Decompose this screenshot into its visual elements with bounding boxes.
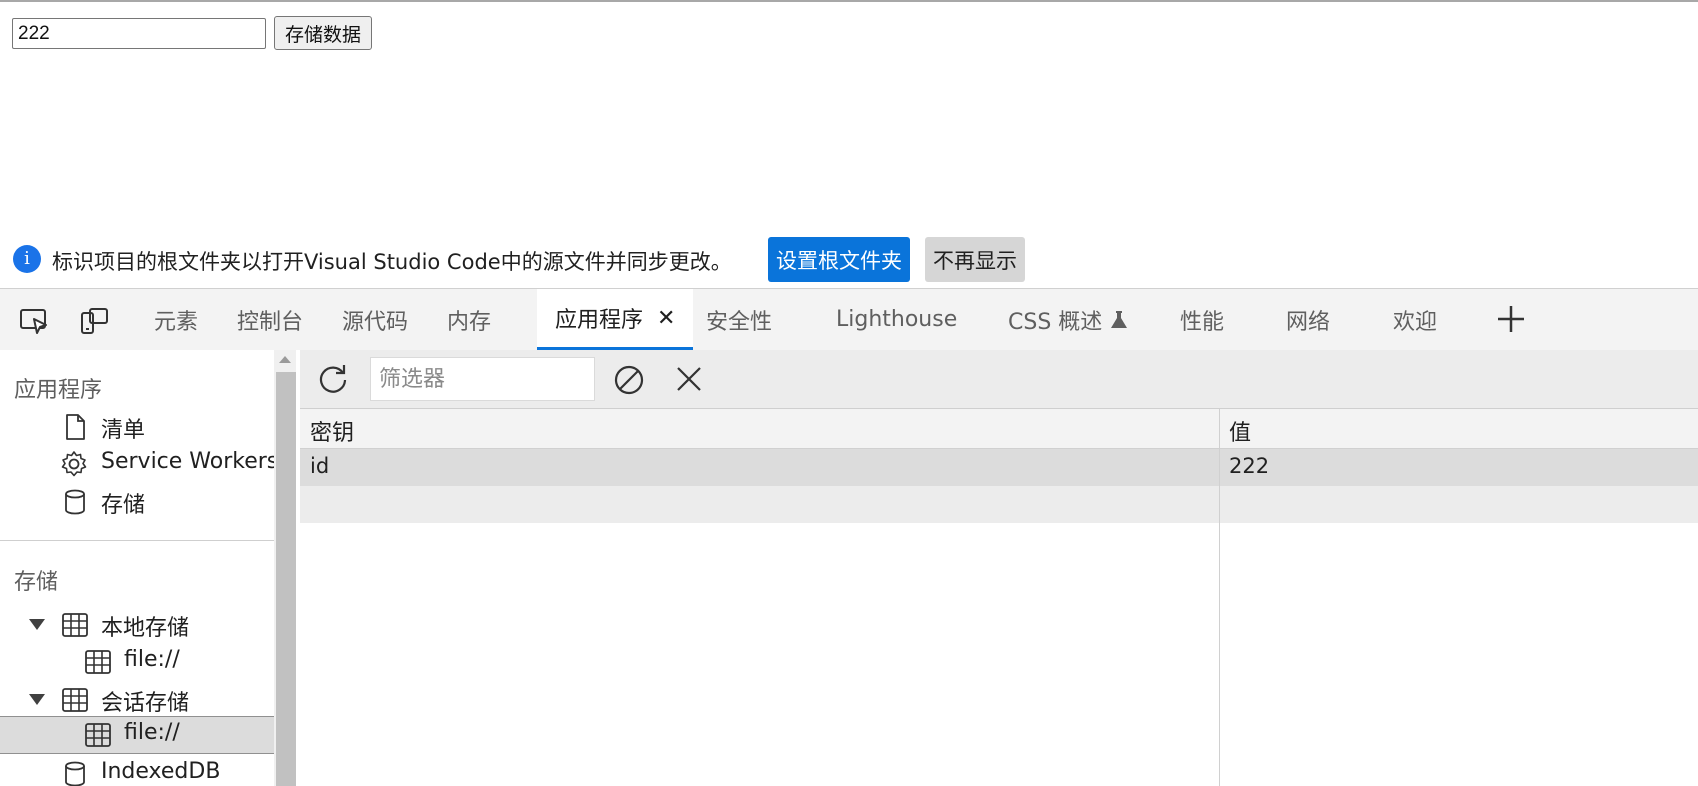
device-emulation-icon[interactable] <box>78 305 110 337</box>
database-icon <box>65 489 85 515</box>
expand-triangle-icon[interactable] <box>29 694 45 705</box>
sidebar-item-storage[interactable]: 存储 <box>0 484 274 520</box>
sidebar-item-local-storage[interactable]: 本地存储 <box>0 607 274 643</box>
table-row-empty[interactable] <box>300 486 1698 523</box>
table-row[interactable]: id 222 <box>300 449 1698 486</box>
clear-all-icon[interactable] <box>612 363 646 397</box>
sidebar-item-session-storage-file[interactable]: file:// <box>0 716 274 754</box>
gear-icon <box>61 451 87 477</box>
sidebar-item-label: Service Workers <box>101 449 274 474</box>
tab-console[interactable]: 控制台 <box>237 289 303 350</box>
sidebar-item-manifest[interactable]: 清单 <box>0 409 274 445</box>
tab-css-overview-label: CSS 概述 <box>1008 309 1103 335</box>
tab-welcome[interactable]: 欢迎 <box>1393 289 1437 350</box>
devtools-infobar: i 标识项目的根文件夹以打开Visual Studio Code中的源文件并同步… <box>0 232 1698 288</box>
application-sidebar: 应用程序 清单 Service Workers 存储 存储 本地存储 file:… <box>0 350 274 786</box>
tab-network[interactable]: 网络 <box>1286 289 1330 350</box>
table-grid-icon <box>85 723 111 747</box>
sidebar-item-label: IndexedDB <box>101 759 221 784</box>
tab-memory[interactable]: 内存 <box>447 289 491 350</box>
sidebar-item-session-storage[interactable]: 会话存储 <box>0 682 274 718</box>
storage-table: 密钥 值 id 222 <box>300 409 1698 786</box>
delete-selected-icon[interactable] <box>674 364 704 394</box>
storage-panel: 密钥 值 id 222 <box>300 350 1698 786</box>
database-icon <box>65 761 85 786</box>
tab-css-overview[interactable]: CSS 概述 <box>1008 289 1128 350</box>
tab-elements[interactable]: 元素 <box>154 289 198 350</box>
filter-input[interactable] <box>370 357 595 401</box>
close-tab-icon[interactable]: ✕ <box>657 306 675 331</box>
tab-sources[interactable]: 源代码 <box>342 289 408 350</box>
sidebar-item-service-workers[interactable]: Service Workers <box>0 446 274 482</box>
row-value: 222 <box>1229 454 1270 478</box>
tab-performance[interactable]: 性能 <box>1180 289 1224 350</box>
set-root-folder-button[interactable]: 设置根文件夹 <box>768 237 910 282</box>
info-icon: i <box>13 245 41 273</box>
row-key: id <box>310 454 330 478</box>
sidebar-section-storage: 存储 <box>14 570 59 595</box>
expand-triangle-icon[interactable] <box>29 619 45 630</box>
tab-security[interactable]: 安全性 <box>706 289 772 350</box>
column-divider[interactable] <box>1219 409 1220 786</box>
refresh-icon[interactable] <box>316 362 350 396</box>
sidebar-scrollbar-thumb[interactable] <box>276 372 296 786</box>
scroll-up-arrow-icon[interactable] <box>279 356 291 363</box>
sidebar-divider <box>0 540 274 541</box>
column-header-key[interactable]: 密钥 <box>310 415 354 447</box>
sidebar-item-label: file:// <box>124 647 180 672</box>
table-header: 密钥 值 <box>300 409 1698 449</box>
column-header-value[interactable]: 值 <box>1229 415 1251 447</box>
sidebar-item-local-storage-file[interactable]: file:// <box>0 644 274 680</box>
sidebar-item-indexeddb[interactable]: IndexedDB <box>0 756 274 786</box>
add-tab-icon[interactable] <box>1495 303 1527 335</box>
sidebar-item-label: 本地存储 <box>101 616 190 641</box>
sidebar-item-label: 清单 <box>101 418 146 443</box>
tab-application[interactable]: 应用程序 ✕ <box>537 289 694 350</box>
window-top-border <box>0 0 1698 2</box>
table-grid-icon <box>85 650 111 674</box>
document-icon <box>66 414 85 440</box>
inspect-element-icon[interactable] <box>18 305 50 337</box>
dont-show-again-button[interactable]: 不再显示 <box>925 237 1025 282</box>
experimental-flask-icon <box>1111 310 1128 328</box>
store-data-button[interactable]: 存储数据 <box>274 16 373 50</box>
devtools-tabbar: 元素 控制台 源代码 内存 应用程序 ✕ 安全性 Lighthouse CSS … <box>0 288 1698 350</box>
table-grid-icon <box>62 688 88 712</box>
table-grid-icon <box>62 613 88 637</box>
sidebar-item-label: 存储 <box>101 493 146 518</box>
sidebar-item-label: file:// <box>124 720 180 745</box>
sidebar-section-application: 应用程序 <box>14 378 103 403</box>
storage-toolbar <box>300 350 1698 409</box>
infobar-message: 标识项目的根文件夹以打开Visual Studio Code中的源文件并同步更改… <box>52 250 732 274</box>
data-input[interactable] <box>12 18 266 49</box>
tab-lighthouse[interactable]: Lighthouse <box>836 289 957 350</box>
sidebar-item-label: 会话存储 <box>101 691 190 716</box>
tab-application-label: 应用程序 <box>555 308 644 333</box>
